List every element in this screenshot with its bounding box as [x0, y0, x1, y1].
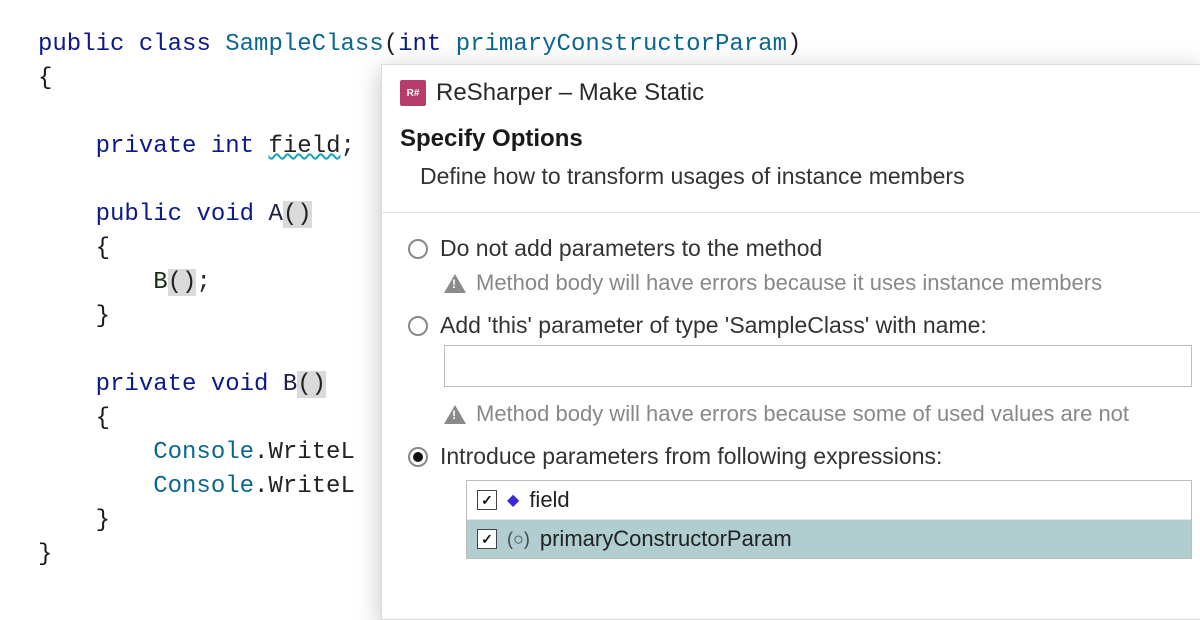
- keyword: void: [211, 371, 269, 398]
- brace: }: [96, 507, 110, 534]
- radio-add-this[interactable]: [408, 316, 428, 336]
- make-static-dialog: R# ReSharper – Make Static Specify Optio…: [381, 64, 1200, 620]
- warning-text: Method body will have errors because it …: [476, 270, 1102, 296]
- brace: {: [38, 65, 52, 92]
- method-name: A: [268, 201, 282, 228]
- expression-label: primaryConstructorParam: [540, 526, 792, 552]
- keyword: void: [196, 201, 254, 228]
- warning-icon: [444, 274, 466, 293]
- keyword: private: [96, 133, 197, 160]
- class-name: SampleClass: [225, 31, 383, 58]
- expression-row[interactable]: ✓ (○) primaryConstructorParam: [467, 520, 1191, 558]
- warning-icon: [444, 405, 466, 424]
- param-name: primaryConstructorParam: [456, 31, 787, 58]
- keyword: class: [139, 31, 211, 58]
- parameter-icon: (○): [507, 529, 530, 550]
- brace: }: [96, 303, 110, 330]
- brace: }: [38, 541, 52, 568]
- dialog-title: ReSharper – Make Static: [436, 79, 704, 107]
- type-ref: Console: [153, 473, 254, 500]
- method-ref: .WriteL: [254, 439, 355, 466]
- radio-introduce-params-label: Introduce parameters from following expr…: [440, 443, 942, 470]
- expression-checkbox[interactable]: ✓: [477, 490, 497, 510]
- expression-checkbox[interactable]: ✓: [477, 529, 497, 549]
- field-icon: ◆: [507, 490, 519, 510]
- keyword: public: [96, 201, 182, 228]
- type-ref: Console: [153, 439, 254, 466]
- this-name-input[interactable]: [444, 345, 1192, 387]
- divider: [382, 212, 1200, 213]
- section-description: Define how to transform usages of instan…: [382, 159, 1200, 206]
- section-heading: Specify Options: [382, 111, 1200, 159]
- radio-add-this-label: Add 'this' parameter of type 'SampleClas…: [440, 312, 987, 339]
- brace: {: [96, 405, 110, 432]
- expression-label: field: [529, 487, 569, 513]
- field-name: field: [268, 133, 340, 160]
- expression-row[interactable]: ✓ ◆ field: [467, 481, 1191, 520]
- warning-text: Method body will have errors because som…: [476, 401, 1129, 427]
- keyword: private: [96, 371, 197, 398]
- radio-no-params-label: Do not add parameters to the method: [440, 235, 822, 262]
- parens: (): [168, 269, 197, 296]
- method-ref: .WriteL: [254, 473, 355, 500]
- expressions-list: ✓ ◆ field ✓ (○) primaryConstructorParam: [466, 480, 1192, 559]
- brace: {: [96, 235, 110, 262]
- radio-no-params[interactable]: [408, 239, 428, 259]
- keyword: public: [38, 31, 124, 58]
- method-name: B: [283, 371, 297, 398]
- method-call: B: [153, 269, 167, 296]
- radio-introduce-params[interactable]: [408, 447, 428, 467]
- keyword: int: [211, 133, 254, 160]
- keyword: int: [398, 31, 441, 58]
- resharper-icon: R#: [400, 80, 426, 106]
